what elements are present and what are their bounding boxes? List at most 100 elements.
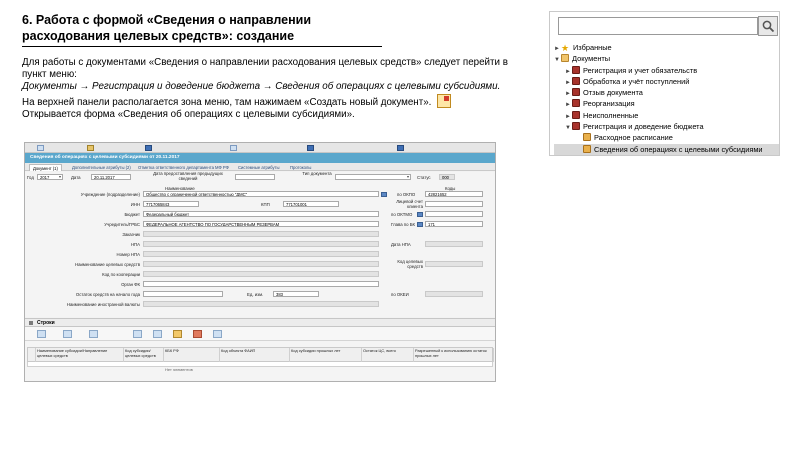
rows-column-header[interactable]: Код субсидии прошлых лет: [290, 348, 362, 362]
tree-item[interactable]: Расходное расписание: [554, 132, 779, 143]
add-row-icon[interactable]: [37, 330, 46, 338]
date-field[interactable]: 20.11.2017: [91, 174, 131, 180]
okei-label: по ОКЕИ: [391, 292, 409, 297]
doc-icon: [583, 144, 591, 153]
tree-item[interactable]: Сведения об операциях с целевыми субсиди…: [554, 143, 779, 155]
oktmo-field[interactable]: [425, 211, 483, 217]
document-tab[interactable]: Протоколы: [287, 164, 314, 171]
rows-grid-filter-row[interactable]: [27, 362, 493, 367]
tree-search-button[interactable]: [758, 16, 778, 36]
instruction-text: Для работы с документами «Сведения о нап…: [22, 57, 532, 121]
print-icon[interactable]: [213, 330, 222, 338]
document-tab[interactable]: Дополнительные атрибуты (2): [69, 164, 134, 171]
export-icon[interactable]: [193, 330, 202, 338]
tree-item[interactable]: ► Неисполненные: [554, 110, 779, 121]
folder-icon[interactable]: [87, 145, 94, 151]
prev-date-field[interactable]: [235, 174, 275, 180]
rows-column-header[interactable]: Код объекта ФАИП: [220, 348, 290, 362]
tree-item-label: Обработка и учёт поступлений: [583, 76, 690, 86]
tree-item-label: Расходное расписание: [594, 133, 673, 143]
chapter-field[interactable]: 171: [425, 221, 483, 227]
tree-item[interactable]: ►★ Избранные: [554, 42, 779, 53]
chapter-lookup-button[interactable]: [417, 222, 423, 227]
tree-item-label: Сведения об операциях с целевыми субсиди…: [594, 144, 763, 154]
book-icon: [572, 110, 580, 119]
tree-item[interactable]: ▼ Регистрация и доведение бюджета: [554, 121, 779, 132]
rows-column-header[interactable]: Остаток ЦС, всего: [362, 348, 414, 362]
book-icon: [572, 76, 580, 85]
document-tab[interactable]: Системные атрибуты: [235, 164, 283, 171]
npa-field: [143, 241, 379, 247]
tree-item-label: Регистрация и доведение бюджета: [583, 122, 704, 132]
tools-icon[interactable]: [173, 330, 182, 338]
rows-column-header[interactable]: Разрешенный к использованию остаток прош…: [414, 348, 494, 362]
tree-item-label: Отзыв документа: [583, 88, 643, 98]
tree-item[interactable]: ▼ Документы: [554, 53, 779, 64]
institution-field[interactable]: Общество с ограниченной ответственностью…: [143, 191, 379, 197]
edit-row-icon[interactable]: [63, 330, 72, 338]
founder-field[interactable]: ФЕДЕРАЛЬНОЕ АГЕНТСТВО ПО ГОСУДАРСТВЕННЫМ…: [143, 221, 379, 227]
document-tab[interactable]: Документ (1): [29, 164, 62, 171]
document-tab[interactable]: Отметка ответственного департамента МФ Р…: [135, 164, 232, 171]
create-text: На верхней панели располагается зона мен…: [22, 96, 432, 108]
fk-organ-label: Орган ФК: [121, 282, 140, 287]
unit-label: Ед. изм.: [247, 292, 264, 297]
select-all-checkbox[interactable]: [28, 348, 36, 362]
paragraph-intro: Для работы с документами «Сведения о нап…: [22, 57, 508, 81]
slide-title-line-1: 6. Работа с формой «Сведения о направлен…: [22, 13, 312, 27]
folder-icon: [561, 54, 569, 63]
rows-section-header[interactable]: Строки: [25, 318, 495, 327]
tree-item[interactable]: ► Реорганизация: [554, 98, 779, 109]
coop-code-field: [143, 271, 379, 277]
tree-item[interactable]: ► Обработка и учёт поступлений: [554, 76, 779, 87]
okpo-label: по ОКПО: [397, 192, 416, 197]
npa-date-label: Дата НПА: [391, 242, 411, 247]
okpo-field[interactable]: 42821652: [425, 191, 483, 197]
oktmo-lookup-button[interactable]: [417, 212, 423, 217]
app-window: Сведения об операциях с целевыми субсиди…: [24, 142, 496, 382]
rows-grid-header: Наименование субсидии/Направление целевы…: [27, 347, 494, 362]
rows-toolbar: [25, 327, 495, 341]
unit-field[interactable]: 383: [273, 291, 319, 297]
rows-grid-empty-text: Нет элементов: [165, 367, 193, 372]
currency-field: [143, 301, 379, 307]
rows-column-header[interactable]: Наименование субсидии/Направление целевы…: [36, 348, 124, 362]
save-close-icon[interactable]: [307, 145, 314, 151]
status-label: Статус: [417, 175, 431, 180]
create-document-icon: [437, 93, 452, 108]
doc-type-label: Тип документа: [302, 171, 332, 176]
new-icon[interactable]: [37, 145, 44, 151]
year-select[interactable]: 2017: [37, 174, 63, 180]
doc-type-select[interactable]: [335, 174, 411, 180]
filter-icon[interactable]: [153, 330, 162, 338]
founder-label: Учредитель/ГРБС: [104, 222, 140, 227]
copy-icon[interactable]: [230, 145, 237, 151]
doc-icon: [583, 133, 591, 142]
document-tabs: Документ (1) Дополнительные атрибуты (2) О…: [25, 163, 495, 171]
app-toolbar: [25, 143, 495, 153]
save-icon[interactable]: [145, 145, 152, 151]
tree-item-label: Неисполненные: [583, 110, 639, 120]
inn-field[interactable]: 7717065843: [143, 201, 199, 207]
balance-field[interactable]: [143, 291, 223, 297]
tree-item-label: Регистрация и учет обязательств: [583, 65, 698, 75]
save-as-icon[interactable]: [397, 145, 404, 151]
delete-row-icon[interactable]: [89, 330, 98, 338]
book-icon: [572, 122, 580, 131]
rows-column-header[interactable]: КБК РФ: [164, 348, 220, 362]
coop-code-label: Код по кооперации: [102, 272, 140, 277]
tree-search-input[interactable]: [558, 17, 758, 35]
purpose-code-label: Код целевых средств: [397, 259, 423, 269]
institution-lookup-button[interactable]: [381, 192, 387, 197]
tree-item[interactable]: ► Отзыв документа: [554, 87, 779, 98]
rows-column-header[interactable]: Код субсидии/целевых средств: [124, 348, 164, 362]
kpp-field[interactable]: 771701001: [283, 201, 339, 207]
budget-field[interactable]: Федеральный бюджет: [143, 211, 379, 217]
copy-row-icon[interactable]: [133, 330, 142, 338]
fk-organ-field[interactable]: [143, 281, 379, 287]
account-field[interactable]: [425, 201, 483, 207]
slide-title: 6. Работа с формой «Сведения о направлен…: [22, 12, 452, 47]
tree-item[interactable]: ► Регистрация и учет обязательств: [554, 65, 779, 76]
account-label: Лицевой счет клиента: [396, 199, 423, 209]
npa-number-field: [143, 251, 379, 257]
